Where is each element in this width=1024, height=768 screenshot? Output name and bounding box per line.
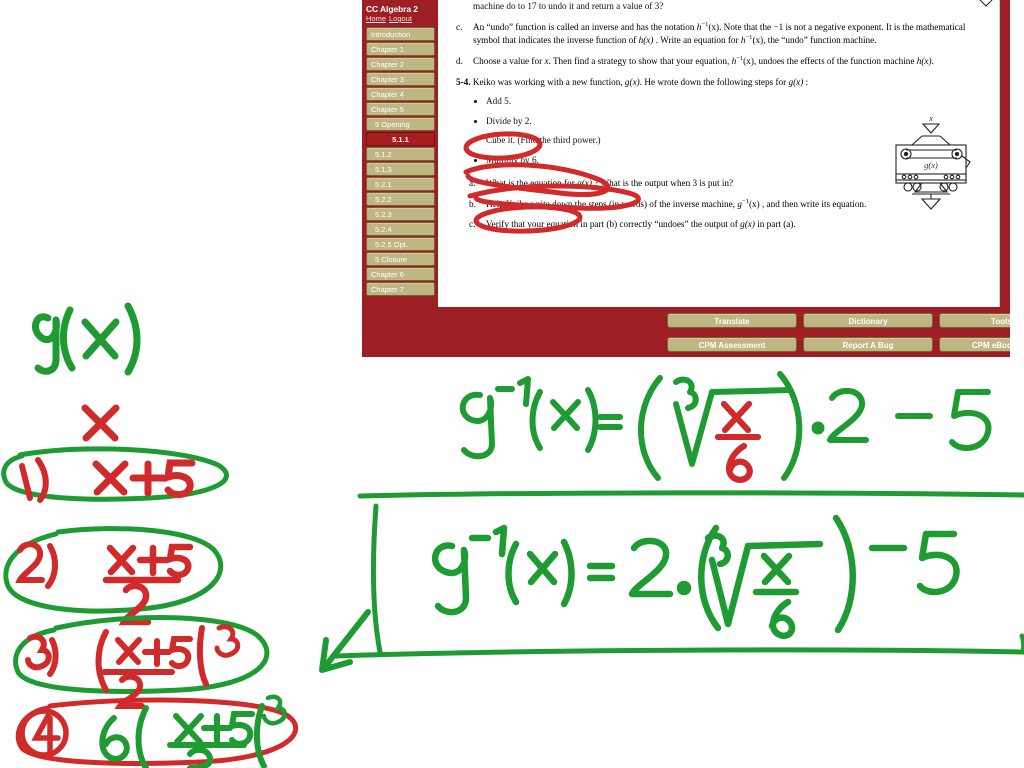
brand-links: Home Logout — [362, 14, 438, 26]
problem-gx: g(x) — [624, 76, 640, 87]
sidebar-item-chapter-5[interactable]: Chapter 5 — [366, 102, 435, 116]
item-d-text-2: . Then find a strategy to show that your… — [548, 56, 732, 67]
continued-line: machine do to 17 to undo it and return a… — [473, 1, 664, 11]
item-c-body: An “undo” function is called an inverse … — [473, 21, 987, 46]
ink-equation-box — [333, 490, 1024, 659]
problem-gx2: g(x) — [788, 76, 804, 87]
sub-a-text-1: What is the equation for — [486, 178, 578, 189]
ink-equation-top — [459, 371, 992, 483]
brand-title: CC Algebra 2 — [366, 4, 418, 14]
sidebar-item-5-2-2[interactable]: 5.2.2 — [366, 192, 435, 206]
ink-x-variable — [81, 404, 120, 442]
item-c-text-1: An “undo” function is called an inverse … — [473, 22, 697, 33]
sidebar-item-5-1-2[interactable]: 5.1.2 — [366, 147, 435, 161]
ink-equation-top-fraction — [715, 401, 761, 483]
item-d-text-4: . — [931, 56, 934, 67]
sub-c-gx: g(x) — [740, 219, 755, 230]
sub-c-body: Verify that your equation in part (b) co… — [486, 218, 987, 230]
sidebar-item-chapter-1[interactable]: Chapter 1 — [366, 42, 435, 56]
logout-link[interactable]: Logout — [389, 14, 412, 23]
sidebar: CC Algebra 2 Home Logout Introduction Chap… — [362, 0, 438, 357]
ebook-page: machine do to 17 to undo it and return a… — [438, 0, 1000, 307]
ink-step-1-expr — [92, 459, 196, 498]
page-content: machine do to 17 to undo it and return a… — [438, 0, 999, 231]
svg-text:g(x): g(x) — [924, 160, 938, 170]
ink-arrow-icon — [319, 609, 371, 673]
sidebar-item-5-1-1[interactable]: 5.1.1 — [366, 132, 435, 146]
sidebar-item-chapter-3[interactable]: Chapter 3 — [366, 72, 435, 86]
toolbar-button-dictionary[interactable]: Dictionary — [803, 313, 933, 328]
item-d-text-1: Choose a value for — [473, 56, 545, 67]
ink-gx-heading — [31, 302, 141, 376]
step-item: Add 5. — [486, 92, 987, 112]
item-c-hx: h(x) — [638, 34, 654, 45]
sidebar-nav: Introduction Chapter 1 Chapter 2 Chapter 3C… — [362, 27, 438, 296]
ink-step-4-ellipse — [15, 697, 299, 766]
question-sub-c: c. Verify that your equation in part (b)… — [456, 218, 987, 230]
ink-step-1-ellipse — [1, 446, 229, 502]
sidebar-item-introduction[interactable]: Introduction — [366, 27, 435, 41]
ink-step-4-number — [19, 708, 69, 758]
sub-a-label: a. — [469, 178, 476, 189]
question-item-c: c. An “undo” function is called an inver… — [456, 21, 987, 46]
ink-step-4-expr-six — [99, 715, 130, 762]
problem-text-1: Keiko was working with a new function, — [472, 76, 625, 87]
toolbar-button-cpm-ebook-guide[interactable]: CPM eBook Guide — [939, 337, 1010, 352]
problem-text-2: . He wrote down the following steps for — [639, 76, 789, 87]
ink-step-2-expr — [102, 543, 194, 626]
sidebar-item-5-2-5-opt[interactable]: 5.2.5 Opt. — [366, 237, 435, 251]
function-machine-icon-gx: x g(x) — [895, 114, 971, 210]
item-d-body: Choose a value for x. Then find a strate… — [473, 55, 987, 67]
ink-step-3-number — [25, 633, 59, 677]
sidebar-item-chapter-2[interactable]: Chapter 2 — [366, 57, 435, 71]
ink-step-1-number — [19, 457, 49, 503]
item-d-text-3: (x), undoes the effects of the function … — [743, 56, 917, 67]
item-c-text-4: (x), the “undo” function machine. — [752, 34, 877, 45]
sub-b-label: b. — [469, 198, 476, 209]
item-c-text-3: . Write an equation for — [653, 34, 741, 45]
sub-c-label: c. — [469, 219, 476, 230]
problem-number: 5-4. — [456, 76, 471, 87]
sidebar-item-chapter-7[interactable]: Chapter 7 — [366, 282, 435, 296]
home-link[interactable]: Home — [366, 14, 386, 23]
toolbar-button-translate[interactable]: Translate — [667, 313, 797, 328]
ink-step-4-exponent — [261, 694, 287, 726]
question-item-d: d. Choose a value for x. Then find a str… — [456, 55, 987, 67]
toolbar-button-cpm-assessment[interactable]: CPM Assessment — [667, 337, 797, 352]
ebook-toolbar: Translate Dictionary Tools ▲ CPM Assessment… — [438, 307, 1010, 357]
screen-root: CC Algebra 2 Home Logout Introduction Chap… — [0, 0, 1024, 768]
sub-c-text-2: in part (a). — [754, 219, 796, 230]
sidebar-item-5-2-1[interactable]: 5.2.1 — [366, 177, 435, 191]
function-machine-icon-top — [979, 0, 993, 7]
sidebar-item-chapter-6[interactable]: Chapter 6 — [366, 267, 435, 281]
ink-equation-boxed — [431, 514, 960, 640]
ink-step-2-number — [15, 541, 58, 589]
sidebar-item-5-2-3[interactable]: 5.2.3 — [366, 207, 435, 221]
sidebar-item-5-2-4[interactable]: 5.2.4 — [366, 222, 435, 236]
sub-b-sup: −1 — [741, 197, 749, 205]
ink-step-2-ellipse — [3, 526, 224, 614]
toolbar-button-report-a-bug[interactable]: Report A Bug — [803, 337, 933, 352]
sidebar-item-5-opening[interactable]: 5 Opening — [366, 117, 435, 131]
sub-a-text-2: ? What is the output when 3 is put in? — [591, 178, 734, 189]
item-c-label: c. — [456, 22, 463, 33]
item-d-hx: h(x) — [916, 56, 932, 67]
sidebar-item-5-1-3[interactable]: 5.1.3 — [366, 162, 435, 176]
sidebar-item-5-closure[interactable]: 5 Closure — [366, 252, 435, 266]
toolbar-button-tools[interactable]: Tools ▲ — [939, 313, 1010, 328]
sub-a-gx: g(x) — [577, 178, 592, 189]
sidebar-item-chapter-4[interactable]: Chapter 4 — [366, 87, 435, 101]
svg-text:x: x — [928, 114, 933, 123]
ink-step-3-exponent — [214, 624, 241, 658]
sub-b-text-2: (x) , and then write its equation. — [748, 198, 867, 209]
ink-step-4-expr — [135, 703, 267, 768]
sub-c-text-1: Verify that your equation in part (b) co… — [486, 219, 741, 230]
cpm-ebook-window: CC Algebra 2 Home Logout Introduction Chap… — [362, 0, 1010, 357]
sub-b-text-1: Help Keiko write down the steps (in word… — [486, 198, 738, 209]
ink-step-3-ellipse — [13, 615, 270, 694]
problem-heading: 5-4. Keiko was working with a new functi… — [456, 76, 987, 88]
ink-step-3-expr — [95, 625, 209, 709]
item-d-label: d. — [456, 56, 463, 67]
problem-text-3: : — [803, 76, 809, 87]
